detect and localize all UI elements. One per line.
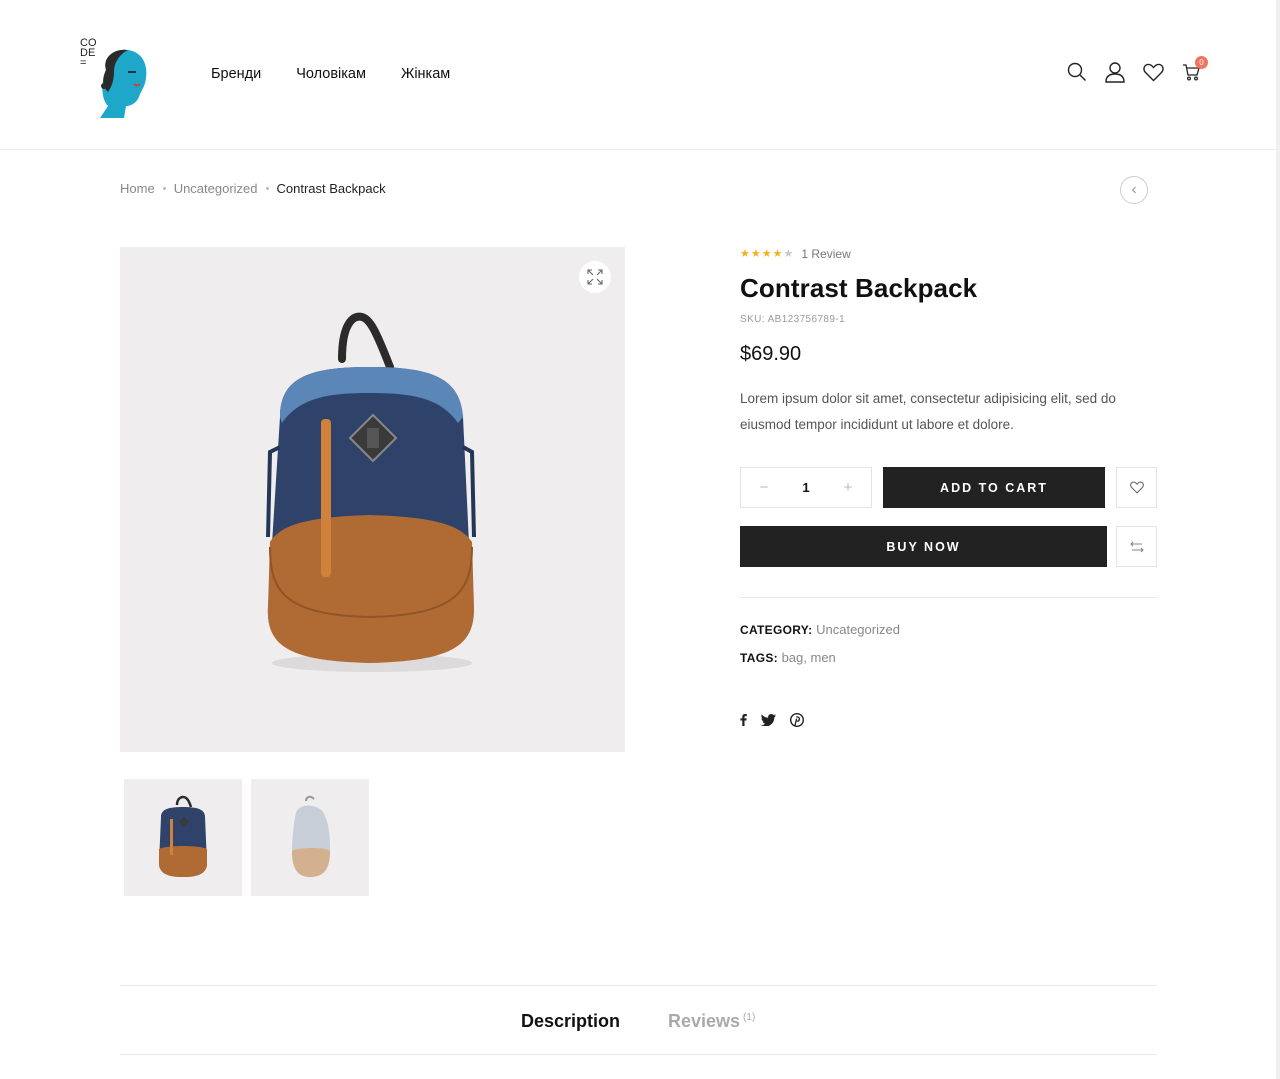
breadcrumb-current: Contrast Backpack: [276, 181, 386, 196]
cart-icon[interactable]: 0: [1180, 56, 1208, 84]
divider: [740, 597, 1157, 598]
nav-item-women[interactable]: Жінкам: [401, 66, 450, 82]
breadcrumb: Home Uncategorized Contrast Backpack: [120, 181, 386, 196]
product-tags: TAGS: bag, men: [740, 650, 836, 665]
site-logo[interactable]: CO DE =: [80, 38, 152, 122]
main-nav: Бренди Чоловікам Жінкам: [211, 66, 450, 82]
product-meta: CATEGORY: Uncategorized TAGS: bag, men: [740, 622, 900, 678]
quantity-stepper: − +: [740, 467, 872, 508]
star-empty-icon: ★: [783, 247, 794, 260]
product-main-image[interactable]: [120, 247, 625, 752]
nav-item-men[interactable]: Чоловікам: [296, 66, 366, 82]
thumbnail-front[interactable]: [124, 779, 242, 896]
tab-reviews[interactable]: Reviews (1): [668, 1011, 755, 1032]
search-icon[interactable]: [1066, 60, 1088, 84]
buy-now-row: BUY NOW: [740, 526, 1157, 567]
cart-count-badge: 0: [1195, 56, 1208, 69]
quantity-decrease-button[interactable]: −: [757, 479, 771, 496]
tab-reviews-count: (1): [743, 1012, 756, 1023]
quantity-input[interactable]: [786, 480, 826, 495]
review-count-link[interactable]: 1 Review: [801, 247, 850, 261]
rating-row: ★ ★ ★ ★ ★ 1 Review: [740, 247, 1157, 261]
compare-button[interactable]: [1116, 526, 1157, 567]
heart-icon: [1129, 481, 1144, 494]
breadcrumb-separator: [162, 187, 166, 190]
tab-reviews-label: Reviews: [668, 1011, 741, 1031]
compare-icon: [1129, 541, 1144, 552]
breadcrumb-home[interactable]: Home: [120, 181, 155, 196]
breadcrumb-category[interactable]: Uncategorized: [174, 181, 258, 196]
product-sku: SKU: AB123756789-1: [740, 314, 846, 325]
site-header: CO DE = Бренди Чоловікам Жінкам 0: [0, 0, 1276, 150]
product-thumbnails: [124, 779, 369, 896]
back-arrow-icon[interactable]: [1120, 176, 1148, 204]
wishlist-icon[interactable]: [1142, 60, 1164, 84]
pinterest-icon[interactable]: [790, 713, 804, 727]
tab-description[interactable]: Description: [521, 1011, 620, 1032]
star-rating[interactable]: ★ ★ ★ ★ ★: [740, 247, 794, 260]
facebook-icon[interactable]: [740, 714, 747, 726]
header-actions: 0: [1066, 56, 1208, 84]
product-price: $69.90: [740, 343, 802, 365]
expand-icon[interactable]: [579, 261, 611, 293]
breadcrumb-separator: [265, 187, 269, 190]
nav-item-brands[interactable]: Бренди: [211, 66, 261, 82]
product-short-description: Lorem ipsum dolor sit amet, consectetur …: [740, 391, 1116, 432]
tabs-divider-top: [120, 985, 1157, 986]
category-link[interactable]: Uncategorized: [816, 622, 900, 637]
star-filled-icon: ★: [750, 247, 761, 260]
star-filled-icon: ★: [740, 247, 750, 260]
logo-face-icon: [100, 49, 147, 118]
account-icon[interactable]: [1104, 60, 1126, 84]
product-summary: ★ ★ ★ ★ ★ 1 Review Contrast Backpack SKU: AB…: [740, 247, 1157, 727]
add-to-cart-button[interactable]: ADD TO CART: [883, 467, 1105, 508]
buy-now-button[interactable]: BUY NOW: [740, 526, 1107, 567]
add-to-cart-row: − + ADD TO CART: [740, 467, 1157, 508]
star-filled-icon: ★: [772, 247, 783, 260]
tag-links[interactable]: bag, men: [782, 650, 836, 665]
product-category: CATEGORY: Uncategorized: [740, 622, 900, 637]
scrollbar[interactable]: [1276, 0, 1280, 1079]
quantity-increase-button[interactable]: +: [841, 479, 855, 496]
add-to-wishlist-button[interactable]: [1116, 467, 1157, 508]
product-title: Contrast Backpack: [740, 273, 978, 303]
backpack-image: [266, 312, 476, 672]
star-filled-icon: ★: [761, 247, 772, 260]
social-share: [740, 713, 804, 727]
tabs-divider-bottom: [120, 1054, 1157, 1055]
twitter-icon[interactable]: [761, 714, 776, 726]
thumbnail-side[interactable]: [251, 779, 369, 896]
